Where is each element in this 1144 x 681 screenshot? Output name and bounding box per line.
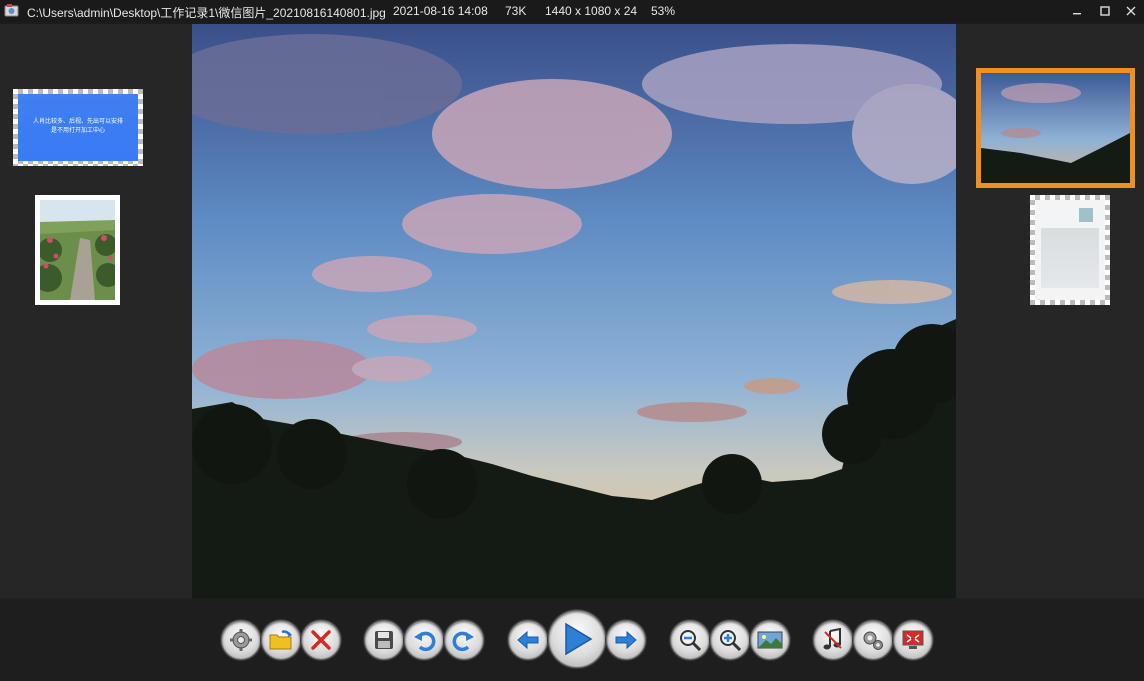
open-folder-icon [269,630,292,650]
thumbnail-garden-path[interactable] [35,195,120,305]
options-icon [863,631,883,650]
play-slideshow-button[interactable] [548,610,606,668]
rotate-right-button[interactable] [444,620,484,660]
settings-icon [230,629,252,651]
thumbnail-text-line1: 人肖比较多、后视、先出可以安排 [32,119,123,125]
options-button[interactable] [853,620,893,660]
sunset-sky-photo [192,24,956,598]
fullscreen-button[interactable] [893,620,933,660]
music-button[interactable] [813,620,853,660]
rotate-right-icon [452,631,474,652]
thumbnail-text-line2: 是不用打开加工中心 [50,128,105,134]
delete-button[interactable] [301,620,341,660]
minimize-icon [1073,13,1081,15]
fit-image-button[interactable] [750,620,790,660]
zoom-in-button[interactable] [710,620,750,660]
file-path: C:\Users\admin\Desktop\工作记录1\微信图片_202108… [27,6,386,20]
fit-image-icon [757,631,783,649]
right-thumbnail-pane [956,24,1144,598]
next-icon [615,630,637,650]
next-button[interactable] [606,620,646,660]
minimize-button[interactable] [1063,0,1091,22]
title-bar: C:\Users\admin\Desktop\工作记录1\微信图片_202108… [0,0,1144,22]
open-button[interactable] [261,620,301,660]
image-dimensions: 1440 x 1080 x 24 [545,4,638,18]
thumbnail-blue-text[interactable]: 人肖比较多、后视、先出可以安排 是不用打开加工中心 [13,89,143,166]
play-icon [565,622,593,656]
app-icon[interactable] [4,3,19,18]
music-icon [823,628,842,650]
previous-button[interactable] [508,620,548,660]
zoom-in-icon [720,630,742,652]
main-image-view[interactable] [192,24,956,598]
zoom-out-icon [680,630,702,652]
garden-path-image [40,200,115,300]
rotate-left-button[interactable] [404,620,444,660]
zoom-out-button[interactable] [670,620,710,660]
thumbnail-image: 人肖比较多、后视、先出可以安排 是不用打开加工中心 [18,94,138,161]
save-button[interactable] [364,620,404,660]
thumbnail-sunset-selected[interactable] [976,68,1135,188]
maximize-button[interactable] [1091,0,1119,22]
maximize-icon [1100,6,1110,16]
file-datetime: 2021-08-16 14:08 [393,4,488,18]
sunset-thumbnail-image [981,73,1130,183]
fullscreen-icon [902,630,924,649]
save-icon [375,631,393,649]
zoom-level: 53% [651,4,676,18]
rotate-left-icon [414,631,436,652]
close-icon [1126,6,1136,16]
delete-icon [311,630,331,650]
previous-icon [517,630,539,650]
close-button[interactable] [1117,0,1144,22]
settings-button[interactable] [221,620,261,660]
bottom-toolbar [0,598,1144,681]
file-size: 73K [505,4,527,18]
document-thumbnail-image [1035,200,1105,300]
thumbnail-document[interactable] [1030,195,1110,305]
left-thumbnail-pane: 人肖比较多、后视、先出可以安排 是不用打开加工中心 [0,24,192,598]
